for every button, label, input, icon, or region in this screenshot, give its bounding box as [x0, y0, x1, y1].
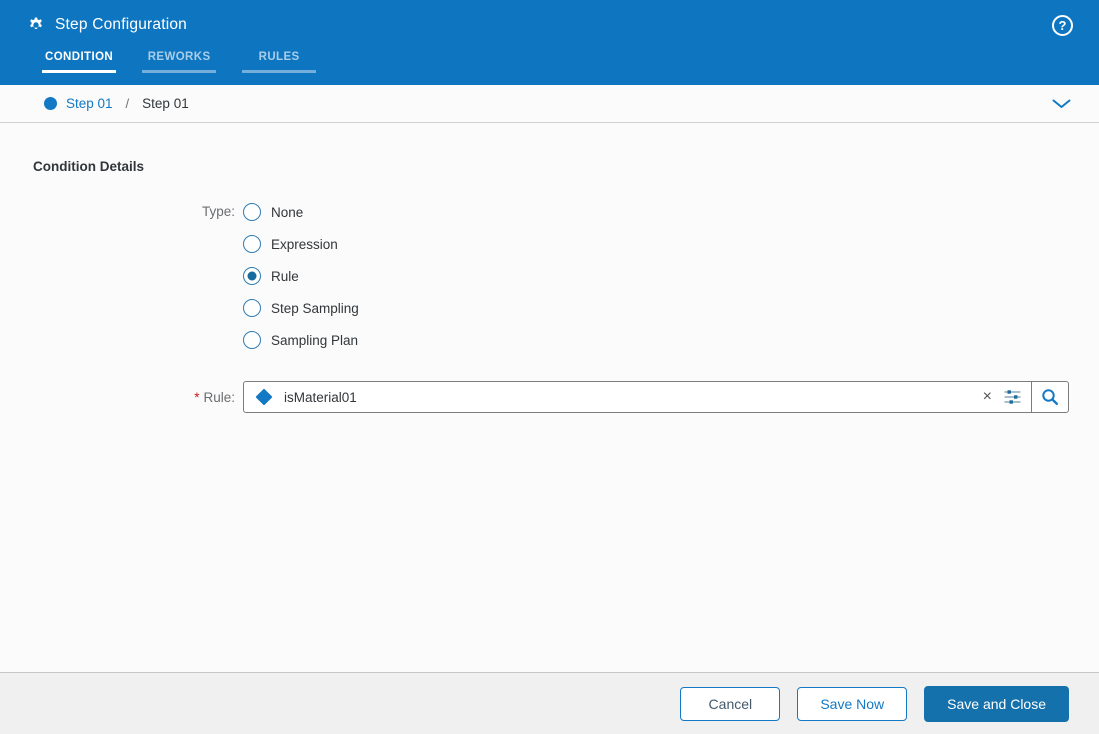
required-indicator: *: [194, 389, 200, 405]
radio-option-label: Rule: [271, 268, 299, 284]
search-icon: [1041, 388, 1059, 406]
radio-option-rule[interactable]: Rule: [243, 267, 359, 285]
radio-button[interactable]: [243, 299, 261, 317]
rule-input[interactable]: isMaterial01: [284, 390, 973, 405]
tab-condition[interactable]: CONDITION: [42, 46, 117, 73]
radio-option-sampling-plan[interactable]: Sampling Plan: [243, 331, 359, 349]
radio-option-step-sampling[interactable]: Step Sampling: [243, 299, 359, 317]
save-and-close-button[interactable]: Save and Close: [924, 685, 1069, 722]
diamond-icon: [255, 388, 273, 406]
section-title-condition-details: Condition Details: [33, 159, 144, 174]
clear-icon[interactable]: ×: [973, 389, 1002, 405]
rule-form-row: * Rule: isMaterial01 ×: [33, 381, 1069, 413]
radio-option-label: Sampling Plan: [271, 332, 359, 348]
step-configuration-dialog: Step Configuration ? CONDITION REWORKS R…: [0, 0, 1099, 734]
save-now-button[interactable]: Save Now: [797, 686, 908, 721]
tab-rules[interactable]: RULES: [242, 46, 317, 73]
condition-panel: Condition Details Type: None Expression …: [0, 123, 1099, 672]
radio-option-label: Expression: [271, 236, 338, 252]
value-help-sliders-icon[interactable]: [1002, 389, 1031, 405]
step-status-dot-icon: [44, 97, 57, 110]
header-bar: Step Configuration ? CONDITION REWORKS R…: [0, 0, 1099, 85]
breadcrumb: Step 01 / Step 01: [0, 85, 1099, 123]
breadcrumb-separator: /: [125, 96, 130, 111]
radio-option-label: Step Sampling: [271, 300, 359, 316]
radio-option-label: None: [271, 204, 304, 220]
tab-bar: CONDITION REWORKS RULES: [0, 44, 1099, 85]
rule-label: * Rule:: [33, 390, 235, 405]
type-radio-group: None Expression Rule Step Sampling Sampl…: [243, 203, 359, 349]
search-button[interactable]: [1031, 382, 1068, 412]
rule-label-text: Rule:: [203, 389, 235, 405]
tab-reworks[interactable]: REWORKS: [142, 46, 217, 73]
title-row: Step Configuration ?: [0, 0, 1099, 44]
radio-button[interactable]: [243, 203, 261, 221]
breadcrumb-step-link[interactable]: Step 01: [66, 96, 113, 111]
cancel-button[interactable]: Cancel: [680, 686, 781, 721]
footer-bar: Cancel Save Now Save and Close: [0, 672, 1099, 734]
radio-option-expression[interactable]: Expression: [243, 235, 359, 253]
page-title: Step Configuration: [55, 16, 187, 33]
chevron-down-icon[interactable]: [1050, 95, 1073, 113]
breadcrumb-current-step: Step 01: [142, 96, 189, 111]
help-icon[interactable]: ?: [1052, 14, 1073, 36]
radio-button[interactable]: [243, 331, 261, 349]
radio-button[interactable]: [243, 267, 261, 285]
type-label: Type:: [201, 204, 235, 219]
type-form-row: Type: None Expression Rule Step Sampling: [33, 203, 1069, 349]
rule-input-group: isMaterial01 ×: [243, 381, 1069, 413]
radio-button[interactable]: [243, 235, 261, 253]
gear-icon: [28, 17, 44, 33]
help-glyph: ?: [1058, 17, 1067, 33]
radio-option-none[interactable]: None: [243, 203, 359, 221]
